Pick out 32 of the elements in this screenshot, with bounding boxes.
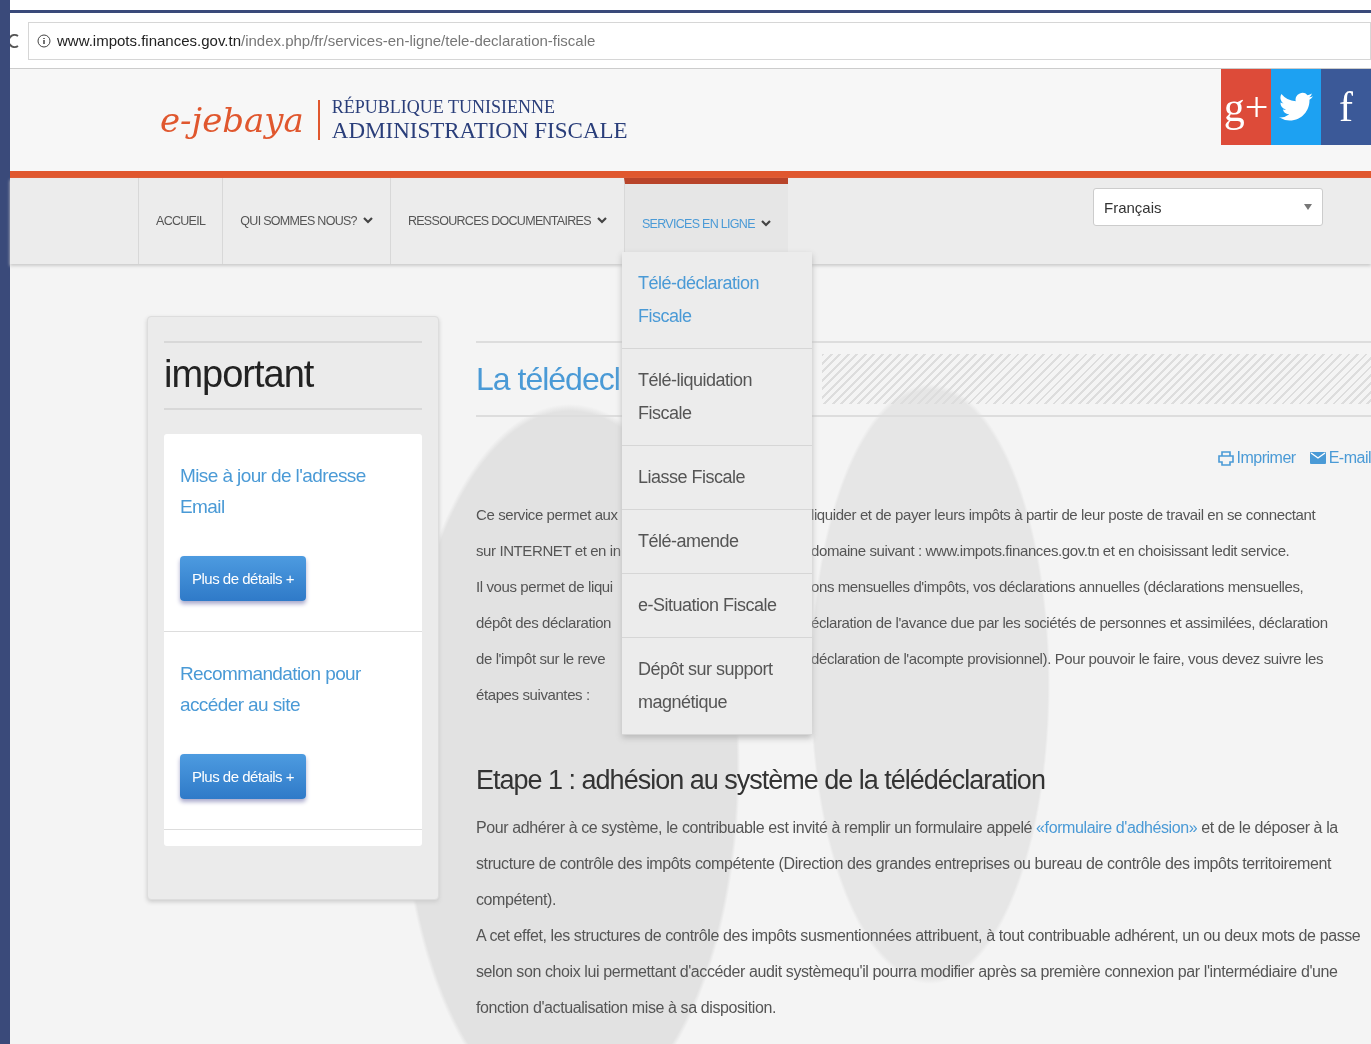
site-subtitle: ADMINISTRATION FISCALE bbox=[331, 117, 628, 144]
text-fragment: ons mensuelles d'impôts, vos déclarations annuelles (déclarations mensuelles, bbox=[811, 577, 1305, 597]
envelope-icon bbox=[1309, 452, 1326, 464]
details-button[interactable]: Plus de détails + bbox=[180, 556, 306, 601]
printer-icon bbox=[1217, 450, 1234, 466]
paragraph: Pour adhérer à ce système, le contribuable est invité à remplir un formulaire appelé «formulaire d'adhésion» et de le déposer à la structure de contrôle des impôts compétente (Direction des grandes entreprises ou bureau de contrôle des impôts territoirement compétent). bbox=[476, 818, 1339, 910]
text-fragment: de l'impôt sur le reve bbox=[476, 649, 607, 669]
facebook-icon[interactable]: f bbox=[1321, 69, 1371, 145]
text-fragment: sur INTERNET et en in bbox=[476, 541, 621, 561]
info-icon[interactable] bbox=[37, 33, 51, 48]
address-bar[interactable]: www.impots.finances.gov.tn/index.php/fr/services-en-ligne/tele-declaration-fiscale bbox=[28, 21, 1371, 60]
text-fragment: domaine suivant : www.impots.finances.gov.tn et en choisissant ledit service. bbox=[811, 541, 1291, 561]
text-fragment: dépôt des déclaration bbox=[476, 613, 613, 633]
text-fragment: étapes suivantes : bbox=[476, 685, 591, 705]
site-title: RÉPUBLIQUE TUNISIENNE bbox=[331, 96, 556, 118]
text-fragment: Il vous permet de liqui bbox=[476, 577, 614, 597]
url-text: www.impots.finances.gov.tn/index.php/fr/services-en-ligne/tele-declaration-fiscale bbox=[57, 32, 596, 49]
text-fragment: éclaration de l'avance due par les sociétés de personnes et assimilées, déclaration bbox=[811, 613, 1329, 633]
logo[interactable]: e-jebaya bbox=[160, 100, 320, 140]
caret-icon bbox=[1304, 204, 1312, 210]
sidebar-title: important bbox=[164, 341, 422, 410]
text-fragment: déclaration de l'acompte provisionnel). Pour pouvoir le faire, vous devez suivre les bbox=[811, 649, 1325, 669]
page-title: La télédecl bbox=[476, 360, 620, 399]
section-heading: Etape 1 : adhésion au système de la télédéclaration bbox=[476, 765, 1046, 796]
text-fragment: Ce service permet aux bbox=[476, 505, 619, 525]
reload-icon[interactable] bbox=[10, 32, 20, 49]
text-fragment: liquider et de payer leurs impôts à partir de leur poste de travail en se connectant bbox=[811, 505, 1317, 525]
details-button[interactable]: Plus de détails + bbox=[180, 754, 306, 799]
google-plus-icon[interactable]: g+ bbox=[1221, 69, 1271, 145]
bird-icon[interactable] bbox=[1271, 69, 1321, 145]
paragraph: A cet effet, les structures de contrôle des impôts susmentionnées attribuent, à tout contribuable adhérent, un ou deux mots de passe selon son choix lui permettant d'accéder audit systèmequ'il pourra modifier après sa première connexion par l'intermédiaire d'une fonction d'actualisation mise à sa disposition. bbox=[476, 926, 1361, 1018]
language-select[interactable]: Français bbox=[1093, 188, 1323, 226]
